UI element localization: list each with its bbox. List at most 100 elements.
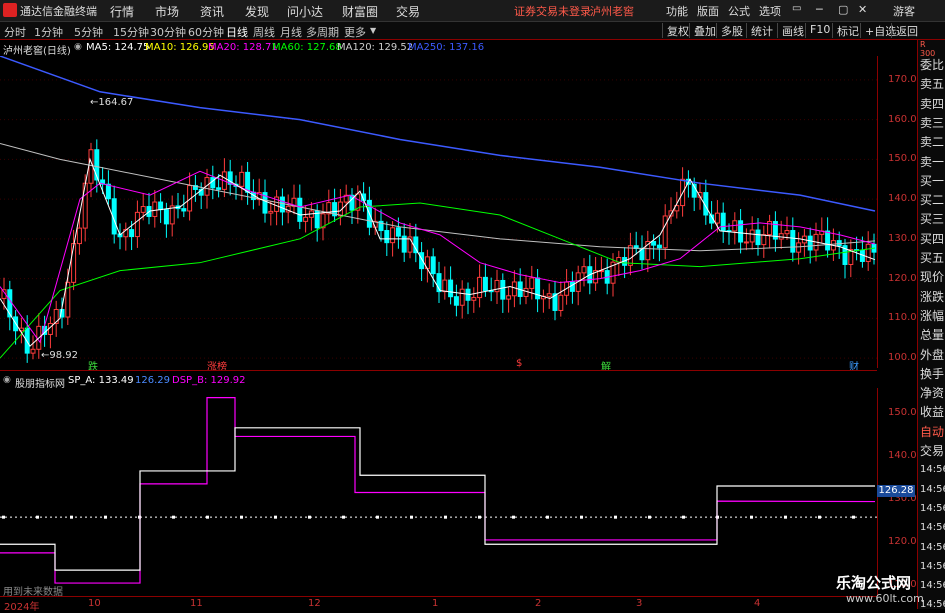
sidebar-item[interactable]: 现价 <box>920 270 944 284</box>
tab-60min[interactable]: 60分钟 <box>188 24 224 40</box>
tab-30min[interactable]: 30分钟 <box>150 24 186 40</box>
candle[interactable] <box>320 203 326 241</box>
candle[interactable] <box>540 289 546 313</box>
candle[interactable] <box>662 204 668 260</box>
tab-1min[interactable]: 1分钟 <box>34 24 63 40</box>
candle[interactable] <box>401 223 407 262</box>
candle[interactable] <box>801 228 807 257</box>
sidebar-item[interactable]: 买三 <box>920 212 944 226</box>
sidebar-item[interactable]: 涨跌 <box>920 290 944 304</box>
candle[interactable] <box>442 266 448 300</box>
sidebar-item[interactable]: 自动 <box>920 425 944 439</box>
candle[interactable] <box>575 265 581 306</box>
candle[interactable] <box>749 216 755 250</box>
sidebar-item[interactable]: 买二 <box>920 193 944 207</box>
pane-divider[interactable] <box>0 370 877 371</box>
tab-15min[interactable]: 15分钟 <box>113 24 149 40</box>
candle[interactable] <box>413 223 419 263</box>
candle[interactable] <box>30 335 36 360</box>
tab-multi-period[interactable]: 多周期 <box>306 24 339 40</box>
candle[interactable] <box>668 197 674 225</box>
minimize-button[interactable]: ─ <box>816 3 823 16</box>
candle[interactable] <box>152 190 158 228</box>
candle[interactable] <box>598 256 604 279</box>
candle[interactable] <box>709 201 715 230</box>
tab-weekly[interactable]: 周线 <box>253 24 275 40</box>
sidebar-item[interactable]: 外盘 <box>920 348 944 362</box>
candle[interactable] <box>494 269 500 305</box>
candle[interactable] <box>738 209 744 254</box>
candle[interactable] <box>465 282 471 315</box>
candle[interactable] <box>506 287 512 313</box>
menu-wealth[interactable]: 财富圈 <box>342 3 378 20</box>
candle[interactable] <box>227 159 233 196</box>
menu-trade[interactable]: 交易 <box>396 3 420 20</box>
more-chevron-icon[interactable]: ▼ <box>370 26 376 35</box>
sidebar-item[interactable]: 14:56 <box>920 463 945 477</box>
candle[interactable] <box>767 214 773 249</box>
candle[interactable] <box>134 200 140 248</box>
candle[interactable] <box>285 194 291 224</box>
candle[interactable] <box>349 188 355 224</box>
candle[interactable] <box>535 269 541 313</box>
candle[interactable] <box>761 225 767 258</box>
tab-timeline[interactable]: 分时 <box>4 24 26 40</box>
candle[interactable] <box>836 231 842 259</box>
candle[interactable] <box>477 264 483 308</box>
candle[interactable] <box>274 189 280 226</box>
legend-toggle-icon[interactable]: ◉ <box>74 42 82 52</box>
candle[interactable] <box>854 236 860 261</box>
tab-more[interactable]: 更多 <box>344 24 366 40</box>
sidebar-item[interactable]: 换手 <box>920 367 944 381</box>
menu-quotes[interactable]: 行情 <box>110 3 134 20</box>
sidebar-item[interactable]: 交易 <box>920 444 944 458</box>
sidebar-item[interactable]: 14:56 <box>920 560 945 574</box>
candle[interactable] <box>842 238 848 279</box>
candle[interactable] <box>488 277 494 302</box>
menu-formula[interactable]: 公式 <box>728 3 750 19</box>
candle[interactable] <box>47 316 53 349</box>
candle[interactable] <box>546 283 552 309</box>
candle[interactable] <box>732 212 738 245</box>
candle[interactable] <box>123 222 129 251</box>
candle[interactable] <box>308 202 314 231</box>
candle[interactable] <box>790 217 796 262</box>
marker-dollar[interactable]: $ <box>516 358 522 369</box>
sidebar-item[interactable]: 收益 <box>920 405 944 419</box>
menu-discover[interactable]: 发现 <box>245 3 269 20</box>
candle[interactable] <box>500 273 506 313</box>
menu-ask[interactable]: 问小达 <box>287 3 323 20</box>
candle[interactable] <box>192 174 198 202</box>
tab-daily[interactable]: 日线 <box>226 24 248 40</box>
candle[interactable] <box>181 194 187 218</box>
guest-user[interactable]: 游客 <box>893 3 915 19</box>
tab-monthly[interactable]: 月线 <box>280 24 302 40</box>
candle[interactable] <box>256 178 262 206</box>
sidebar-item[interactable]: 卖一 <box>920 155 944 169</box>
candle[interactable] <box>558 281 564 317</box>
candle[interactable] <box>175 192 181 219</box>
candle[interactable] <box>146 192 152 225</box>
trade-login-notice[interactable]: 证券交易未登录 <box>514 3 591 19</box>
candle[interactable] <box>332 188 338 222</box>
candle[interactable] <box>459 280 465 319</box>
sidebar-item[interactable]: 净资 <box>920 386 944 400</box>
sidebar-item[interactable]: 买五 <box>920 251 944 265</box>
indicator-toggle-icon[interactable]: ◉ <box>3 375 11 385</box>
maximize-icon[interactable]: ▢ <box>838 3 848 16</box>
multi-stock-button[interactable]: 多股 <box>716 23 743 38</box>
candle[interactable] <box>337 189 343 226</box>
minimize-icon[interactable]: ▭ <box>792 3 801 14</box>
back-button[interactable]: 返回 <box>891 23 918 38</box>
menu-options[interactable]: 选项 <box>759 3 781 19</box>
candle[interactable] <box>645 230 651 273</box>
candle[interactable] <box>343 184 349 215</box>
candle[interactable] <box>198 182 204 210</box>
candle[interactable] <box>268 200 274 226</box>
sidebar-item[interactable]: 买四 <box>920 232 944 246</box>
candle[interactable] <box>111 185 117 244</box>
candle[interactable] <box>796 232 802 265</box>
statistics-button[interactable]: 统计 <box>746 23 773 38</box>
mark-button[interactable]: 标记 <box>832 23 859 38</box>
sidebar-item[interactable]: 买一 <box>920 174 944 188</box>
